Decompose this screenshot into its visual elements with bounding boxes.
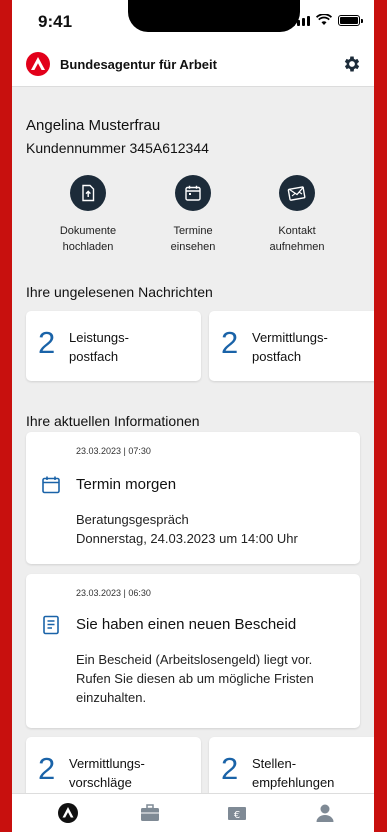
card-label-line2: postfach (69, 349, 119, 364)
document-icon (43, 615, 59, 635)
info-card-appointment[interactable]: 23.03.2023 | 07:30 Termin morgen Beratun… (26, 432, 360, 564)
card-label-line1: Vermittlungs- (252, 330, 328, 345)
battery-icon (338, 15, 363, 26)
action-label-line1: Kontakt (278, 225, 316, 237)
status-bar: 9:41 (12, 0, 374, 44)
current-info-heading: Ihre aktuellen Informationen (26, 413, 200, 429)
signal-icon (292, 16, 310, 26)
contact-button[interactable]: Kontakt aufnehmen (242, 175, 352, 255)
upload-document-icon (82, 184, 95, 202)
info-timestamp: 23.03.2023 | 07:30 (76, 446, 151, 456)
action-label-line1: Termine (173, 225, 213, 237)
info-body-line3: einzuhalten. (76, 690, 147, 705)
card-label-line2: vorschläge (69, 775, 132, 790)
info-timestamp: 23.03.2023 | 06:30 (76, 588, 151, 598)
wifi-icon (316, 14, 332, 25)
status-time: 9:41 (38, 12, 73, 31)
unread-messages-heading: Ihre ungelesenen Nachrichten (26, 284, 213, 300)
unread-count: 2 (38, 325, 56, 360)
info-title: Sie haben einen neuen Bescheid (76, 616, 297, 633)
action-label-line2: aufnehmen (269, 241, 325, 253)
profile-icon[interactable] (314, 802, 336, 824)
card-label-line1: Leistungs- (69, 330, 129, 345)
euro-icon[interactable]: € (226, 802, 248, 824)
card-label-line1: Vermittlungs- (69, 756, 145, 771)
system-icons (292, 14, 363, 26)
unread-count: 2 (221, 325, 239, 360)
action-label-line1: Dokumente (59, 225, 117, 237)
quick-actions: Dokumente hochladen Termine einsehen Kon… (12, 175, 374, 265)
calendar-icon (42, 476, 60, 494)
svg-text:€: € (234, 810, 240, 821)
info-body-line2: Rufen Sie diesen ab um mögliche Fristen (76, 671, 314, 686)
bottom-navigation: € (12, 793, 374, 832)
action-label-line2: einsehen (170, 241, 216, 253)
view-appointments-button[interactable]: Termine einsehen (138, 175, 248, 255)
customer-number: Kundennummer 345A612344 (26, 140, 209, 156)
leistungspostfach-card[interactable]: 2 Leistungs- postfach (26, 311, 201, 381)
info-body-line2: Donnerstag, 24.03.2023 um 14:00 Uhr (76, 531, 298, 546)
mail-contact-icon (287, 186, 306, 201)
info-card-notice[interactable]: 23.03.2023 | 06:30 Sie haben einen neuen… (26, 574, 360, 728)
user-name: Angelina Musterfrau (26, 117, 161, 134)
count: 2 (38, 751, 56, 786)
notch (128, 0, 300, 32)
home-icon[interactable] (57, 802, 79, 824)
card-label-line2: postfach (252, 349, 302, 364)
info-body-line1: Ein Bescheid (Arbeitslosengeld) liegt vo… (76, 652, 313, 667)
card-label-line2: empfehlungen (252, 775, 335, 790)
settings-gear-icon[interactable] (342, 54, 362, 74)
action-label-line2: hochladen (62, 241, 114, 253)
card-label-line1: Stellen- (252, 756, 297, 771)
info-title: Termin morgen (76, 476, 177, 493)
vermittlungspostfach-card[interactable]: 2 Vermittlungs- postfach (209, 311, 374, 381)
upload-documents-button[interactable]: Dokumente hochladen (33, 175, 143, 255)
ba-logo-icon (26, 52, 50, 76)
info-body-line1: Beratungsgespräch (76, 512, 189, 527)
app-header: Bundesagentur für Arbeit (12, 44, 374, 87)
app-name: Bundesagentur für Arbeit (60, 57, 217, 72)
count: 2 (221, 751, 239, 786)
briefcase-icon[interactable] (139, 802, 161, 824)
phone-screen: 9:41 Bundesagentur für Arbeit Angelina M… (12, 0, 374, 832)
calendar-icon (185, 185, 201, 201)
